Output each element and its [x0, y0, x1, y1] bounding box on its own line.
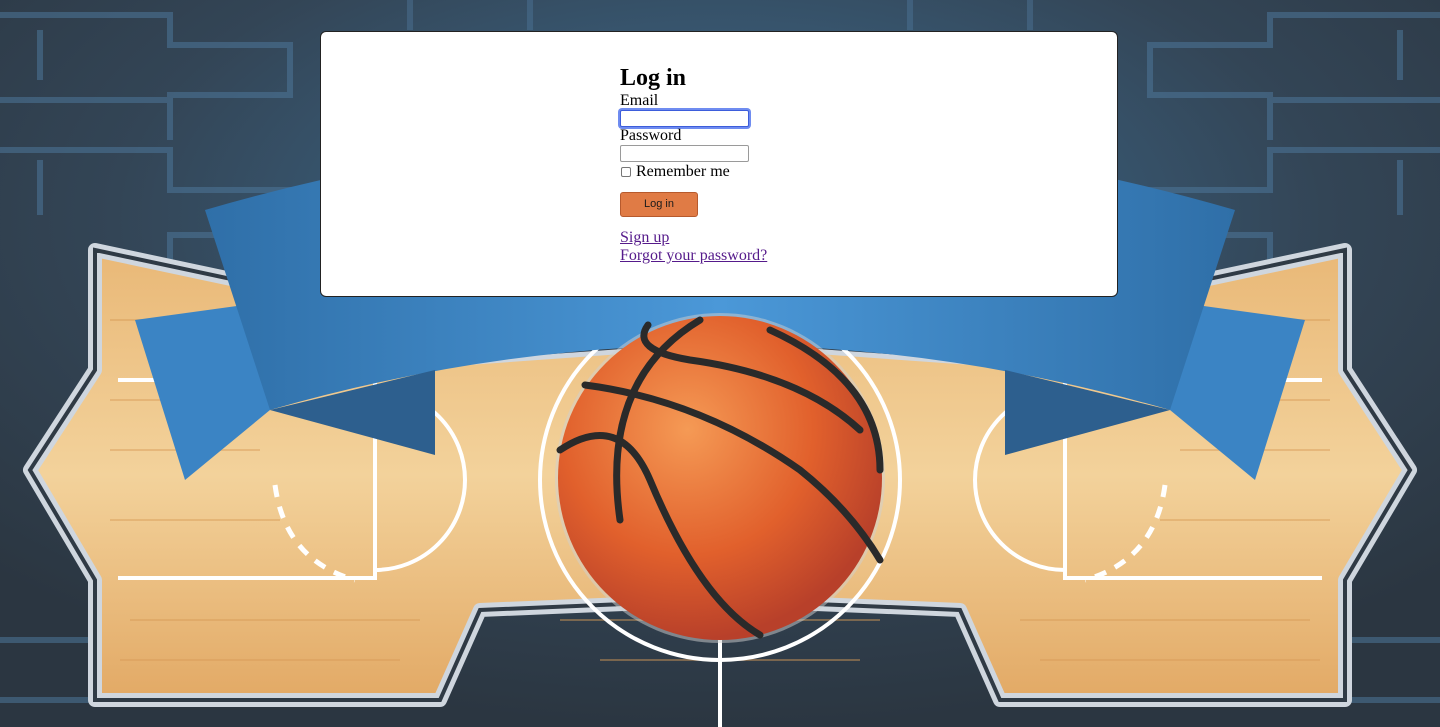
forgot-password-link[interactable]: Forgot your password?	[620, 247, 920, 265]
email-label: Email	[620, 92, 659, 109]
remember-me-checkbox[interactable]	[621, 167, 631, 177]
page-title: Log in	[620, 65, 687, 91]
login-card: Log in Email Password Remember me Log in…	[320, 31, 1118, 297]
remember-me-row: Remember me	[620, 163, 920, 181]
password-label: Password	[620, 127, 682, 144]
log-in-button[interactable]: Log in	[620, 192, 698, 217]
sign-up-link[interactable]: Sign up	[620, 229, 920, 247]
remember-me-label: Remember me	[636, 163, 730, 180]
login-form: Log in Email Password Remember me Log in…	[620, 66, 920, 265]
auth-links: Sign up Forgot your password?	[620, 229, 920, 265]
password-field[interactable]	[620, 145, 749, 162]
email-field[interactable]	[620, 110, 749, 127]
basketball-icon	[555, 313, 885, 643]
